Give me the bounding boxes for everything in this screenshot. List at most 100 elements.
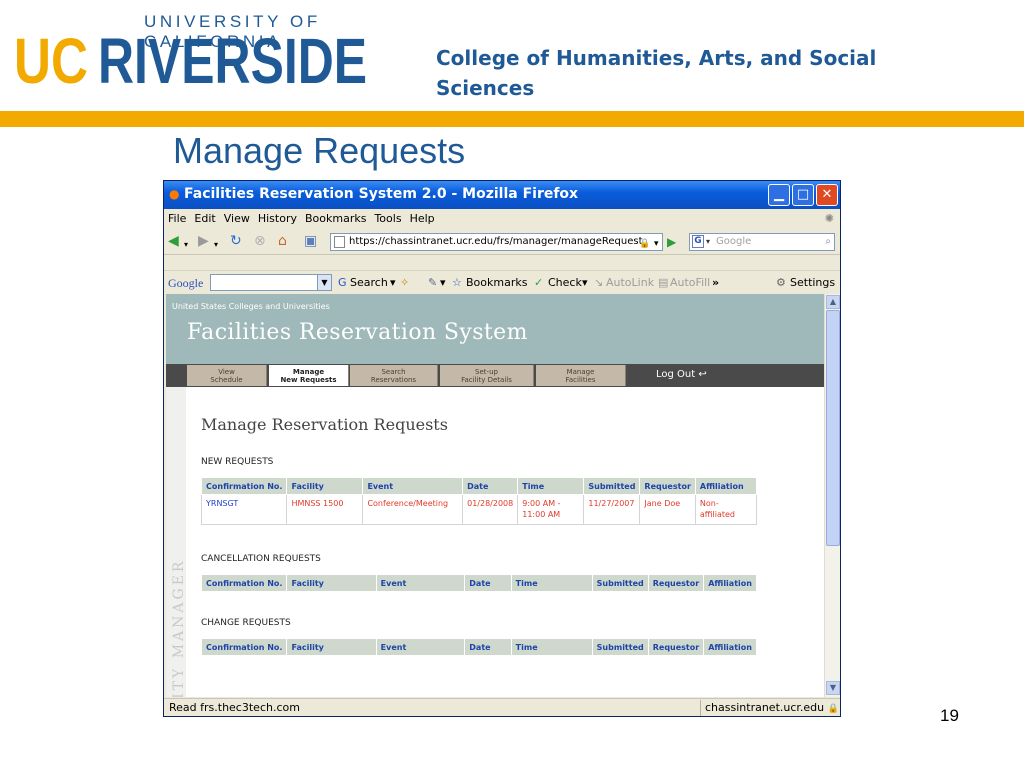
- tab-search-reservations[interactable]: Search Reservations: [350, 365, 438, 386]
- check-dropdown-icon[interactable]: ▾: [582, 276, 588, 289]
- google-autolink-button[interactable]: AutoLink: [606, 276, 654, 289]
- ucr-logo: UNIVERSITY OF CALIFORNIA UC RIVERSIDE: [14, 12, 419, 96]
- banner-subtitle: United States Colleges and Universities: [172, 302, 330, 311]
- status-domain-text: chassintranet.ucr.edu: [705, 701, 825, 714]
- frs-sidebar: FACILITY MANAGER: [166, 387, 187, 697]
- gold-divider: [0, 111, 1024, 127]
- google-tools-dropdown-icon[interactable]: ▾: [440, 276, 446, 289]
- scroll-up-icon[interactable]: ▲: [826, 295, 840, 309]
- table-row[interactable]: YRNSGT HMNSS 1500 Conference/Meeting 01/28/…: [200, 494, 758, 525]
- logout-button[interactable]: Log Out ↩: [656, 369, 707, 380]
- bookmarks-star-icon[interactable]: ☆: [452, 276, 462, 289]
- tab-manage-new-requests[interactable]: Manage New Requests: [269, 365, 349, 386]
- tab-set-up-facility-details[interactable]: Set-up Facility Details: [440, 365, 534, 386]
- search-engine-input[interactable]: G ▾ Google ⌕: [689, 233, 835, 251]
- menu-help[interactable]: Help: [406, 209, 439, 225]
- slide-title: Manage Requests: [173, 130, 466, 171]
- more-button[interactable]: »: [712, 276, 719, 289]
- back-icon[interactable]: ◀: [168, 233, 179, 249]
- reload-icon[interactable]: ↻: [230, 233, 242, 249]
- close-button[interactable]: ✕: [816, 184, 838, 206]
- search-engine-dropdown-icon[interactable]: ▾: [706, 234, 710, 250]
- confirmation-link[interactable]: YRNSGT: [200, 494, 288, 525]
- new-tab-icon[interactable]: ▣: [304, 233, 317, 249]
- url-dropdown-icon[interactable]: ▾: [654, 236, 659, 252]
- url-bar[interactable]: https://chassintranet.ucr.edu/frs/manage…: [330, 233, 663, 251]
- menu-file[interactable]: File: [164, 209, 190, 225]
- frs-banner: United States Colleges and Universities …: [166, 294, 824, 364]
- vertical-scrollbar[interactable]: ▲ ▼: [824, 294, 840, 697]
- google-bookmarks-button[interactable]: Bookmarks: [466, 276, 527, 289]
- back-dropdown-icon[interactable]: ▾: [184, 237, 188, 253]
- lock-icon: 🔒: [827, 704, 839, 714]
- cell-time: 9:00 AM - 11:00 AM: [517, 494, 585, 525]
- column-header: Date: [464, 638, 512, 656]
- menu-view[interactable]: View: [220, 209, 254, 225]
- cell-affiliation: Non-affiliated: [694, 494, 758, 525]
- column-header: Affiliation: [703, 638, 757, 656]
- autolink-icon[interactable]: ↘: [594, 276, 603, 289]
- column-header: Confirmation No.: [200, 638, 288, 656]
- search-engine-icon[interactable]: G: [692, 235, 704, 248]
- menu-bar: File Edit View History Bookmarks Tools Help ✺: [164, 209, 840, 229]
- tab-label-line2: New Requests: [280, 376, 337, 384]
- google-search-dropdown-icon[interactable]: ▾: [390, 276, 396, 289]
- window-titlebar[interactable]: ● Facilities Reservation System 2.0 - Mo…: [164, 181, 840, 209]
- column-header: Facility: [286, 574, 377, 592]
- column-header: Requestor: [647, 574, 705, 592]
- minimize-button[interactable]: ▁: [768, 184, 790, 206]
- autofill-icon[interactable]: ▤: [658, 276, 668, 289]
- tab-label-line1: Manage: [566, 368, 595, 376]
- firefox-icon: ●: [169, 187, 180, 201]
- scroll-thumb[interactable]: [826, 310, 840, 546]
- tab-view-schedule[interactable]: View Schedule: [187, 365, 267, 386]
- maximize-button[interactable]: □: [792, 184, 814, 206]
- spellcheck-icon[interactable]: ✓: [534, 276, 543, 289]
- column-header: Event: [375, 638, 466, 656]
- tab-label-line2: Reservations: [370, 376, 417, 384]
- cell-date: 01/28/2008: [462, 494, 519, 525]
- tab-label-line1: Search: [381, 368, 406, 376]
- logout-label: Log Out: [656, 369, 696, 380]
- lock-icon: 🔒: [639, 239, 651, 249]
- column-header: Confirmation No.: [200, 574, 288, 592]
- menu-tools[interactable]: Tools: [370, 209, 405, 225]
- cell-event: Conference/Meeting: [362, 494, 464, 525]
- home-icon[interactable]: ⌂: [278, 233, 287, 249]
- google-tools-icon[interactable]: ✧: [400, 276, 409, 289]
- google-search-button[interactable]: Search: [350, 276, 388, 289]
- url-text: https://chassintranet.ucr.edu/frs/manage…: [349, 236, 643, 247]
- tab-label-line1: Set-up: [475, 368, 498, 376]
- chevron-down-icon[interactable]: ▼: [317, 275, 331, 290]
- menu-bookmarks[interactable]: Bookmarks: [301, 209, 370, 225]
- menu-edit[interactable]: Edit: [190, 209, 219, 225]
- google-settings-button[interactable]: Settings: [790, 276, 835, 289]
- tab-manage-facilities[interactable]: Manage Facilities: [536, 365, 626, 386]
- google-search-icon[interactable]: G: [338, 276, 347, 289]
- google-check-button[interactable]: Check: [548, 276, 582, 289]
- google-toolbar-input[interactable]: ▼: [210, 274, 332, 291]
- forward-dropdown-icon[interactable]: ▾: [214, 237, 218, 253]
- page-title: Manage Reservation Requests: [201, 415, 448, 434]
- status-bar: Read frs.thec3tech.com chassintranet.ucr…: [164, 698, 840, 716]
- google-autofill-button[interactable]: AutoFill: [670, 276, 710, 289]
- stop-icon[interactable]: ⊗: [254, 233, 266, 249]
- status-domain: chassintranet.ucr.edu 🔒: [700, 700, 839, 716]
- column-header: Time: [510, 574, 593, 592]
- scroll-down-icon[interactable]: ▼: [826, 681, 840, 695]
- cancellation-requests-table: Confirmation No. Facility Event Date Time Sub…: [200, 574, 757, 592]
- logo-uc-text: UC: [14, 25, 88, 97]
- cell-facility: HMNSS 1500: [286, 494, 364, 525]
- browser-window: ● Facilities Reservation System 2.0 - Mo…: [163, 180, 841, 717]
- settings-icon[interactable]: ⚙: [776, 276, 786, 289]
- column-header: Date: [464, 574, 512, 592]
- column-header: Confirmation No.: [200, 477, 288, 495]
- column-header: Submitted: [583, 477, 641, 495]
- forward-icon[interactable]: ▶: [198, 233, 209, 249]
- go-icon[interactable]: ▶: [667, 234, 676, 250]
- column-header: Affiliation: [694, 477, 758, 495]
- search-icon[interactable]: ⌕: [825, 234, 831, 250]
- google-blog-icon[interactable]: ✎: [428, 276, 437, 289]
- banner-title: Facilities Reservation System: [187, 320, 528, 345]
- menu-history[interactable]: History: [254, 209, 301, 225]
